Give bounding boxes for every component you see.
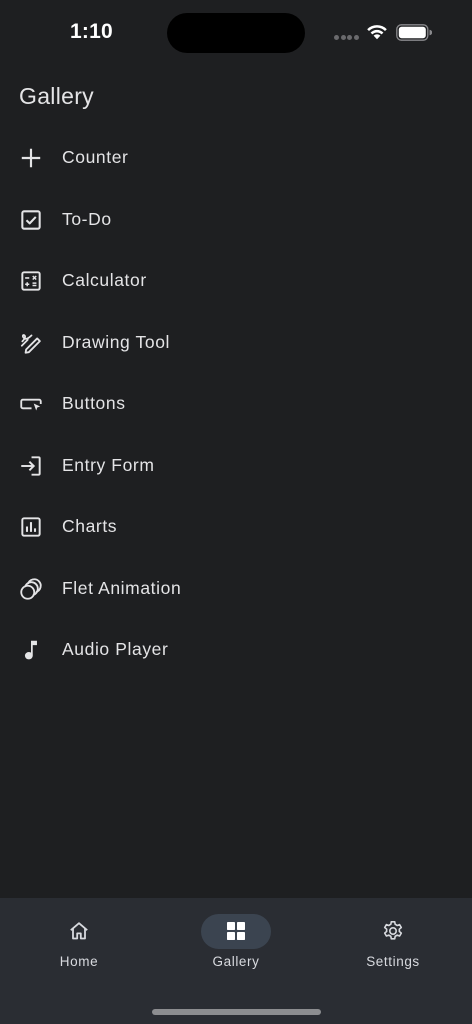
- chart-icon: [18, 514, 44, 540]
- gallery-item-todo[interactable]: To-Do: [0, 189, 472, 251]
- gallery-list: Counter To-Do Calculator Drawing Tool Bu…: [0, 127, 472, 681]
- gallery-item-buttons[interactable]: Buttons: [0, 373, 472, 435]
- add-icon: [18, 145, 44, 171]
- calculator-icon: [18, 268, 44, 294]
- nav-label: Gallery: [212, 954, 260, 969]
- draw-icon: [18, 330, 44, 356]
- nav-tab-settings[interactable]: Settings: [323, 914, 463, 978]
- nav-label: Home: [59, 954, 99, 969]
- nav-tab-gallery[interactable]: Gallery: [166, 914, 306, 978]
- wifi-icon: [366, 22, 388, 40]
- gear-icon: [381, 919, 405, 943]
- gallery-item-calculator[interactable]: Calculator: [0, 250, 472, 312]
- login-icon: [18, 453, 44, 479]
- page-title: Gallery: [19, 83, 94, 109]
- animation-icon: [18, 576, 44, 602]
- gallery-item-counter[interactable]: Counter: [0, 127, 472, 189]
- gallery-item-label: Counter: [62, 147, 129, 167]
- status-time: 1:10: [70, 20, 113, 43]
- music-note-icon: [18, 637, 44, 663]
- gallery-item-drawing-tool[interactable]: Drawing Tool: [0, 312, 472, 374]
- grid-icon: [224, 919, 248, 943]
- dynamic-island: [167, 13, 305, 53]
- gallery-item-label: Flet Animation: [62, 577, 182, 598]
- home-indicator[interactable]: [152, 1009, 321, 1015]
- cellular-signal-icon: [334, 35, 360, 40]
- gallery-item-charts[interactable]: Charts: [0, 496, 472, 558]
- gallery-item-label: To-Do: [62, 208, 112, 229]
- button-icon: [18, 391, 44, 417]
- app-screen: 1:10 Gallery Counter To-Do Calculator Dr…: [0, 0, 472, 1024]
- bottom-navigation-bar: Home Gallery Settings: [0, 898, 472, 1024]
- gallery-item-label: Calculator: [62, 270, 147, 290]
- nav-tab-home[interactable]: Home: [9, 914, 149, 978]
- gallery-item-label: Drawing Tool: [62, 331, 171, 352]
- status-bar: 1:10: [0, 0, 472, 64]
- gallery-item-flet-animation[interactable]: Flet Animation: [0, 558, 472, 620]
- gallery-item-label: Charts: [62, 516, 118, 536]
- gallery-item-audio-player[interactable]: Audio Player: [0, 619, 472, 681]
- nav-label: Settings: [366, 954, 420, 969]
- gallery-item-entry-form[interactable]: Entry Form: [0, 435, 472, 497]
- gallery-item-label: Audio Player: [62, 639, 169, 659]
- home-icon: [67, 919, 91, 943]
- battery-icon: [396, 24, 433, 41]
- gallery-item-label: Entry Form: [62, 454, 155, 475]
- checkbox-icon: [18, 207, 44, 233]
- gallery-item-label: Buttons: [62, 393, 126, 413]
